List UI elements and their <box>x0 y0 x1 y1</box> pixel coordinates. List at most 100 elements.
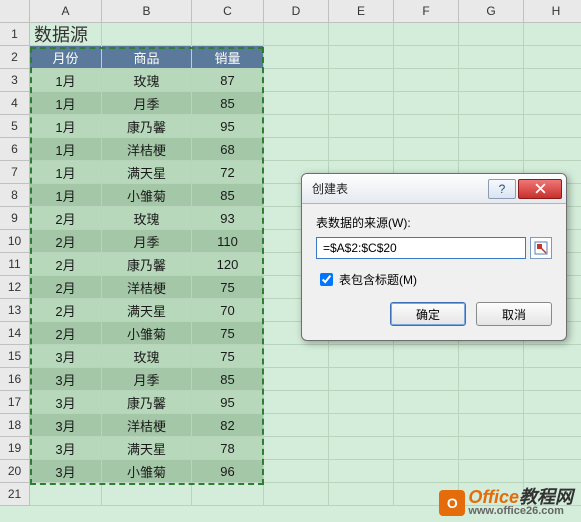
empty-cell[interactable] <box>329 138 394 161</box>
empty-cell[interactable] <box>329 391 394 414</box>
empty-cell[interactable] <box>459 368 524 391</box>
table-cell[interactable]: 1月 <box>30 184 102 207</box>
empty-cell[interactable] <box>329 69 394 92</box>
row-header-9[interactable]: 9 <box>0 207 30 230</box>
table-cell[interactable]: 72 <box>192 161 264 184</box>
empty-cell[interactable] <box>264 483 329 506</box>
table-cell[interactable]: 满天星 <box>102 161 192 184</box>
table-cell[interactable]: 1月 <box>30 69 102 92</box>
row-header-15[interactable]: 15 <box>0 345 30 368</box>
row-header-21[interactable]: 21 <box>0 483 30 506</box>
table-cell[interactable]: 68 <box>192 138 264 161</box>
range-picker-button[interactable] <box>530 237 552 259</box>
empty-cell[interactable] <box>459 115 524 138</box>
empty-cell[interactable] <box>524 115 581 138</box>
table-cell[interactable]: 3月 <box>30 460 102 483</box>
empty-cell[interactable] <box>524 391 581 414</box>
table-cell[interactable]: 小雏菊 <box>102 322 192 345</box>
empty-cell[interactable] <box>459 46 524 69</box>
table-cell[interactable]: 月季 <box>102 230 192 253</box>
row-header-3[interactable]: 3 <box>0 69 30 92</box>
table-cell[interactable]: 小雏菊 <box>102 460 192 483</box>
col-header-H[interactable]: H <box>524 0 581 23</box>
table-cell[interactable]: 2月 <box>30 276 102 299</box>
empty-cell[interactable] <box>524 138 581 161</box>
table-cell[interactable]: 康乃馨 <box>102 253 192 276</box>
empty-cell[interactable] <box>264 92 329 115</box>
table-cell[interactable]: 康乃馨 <box>102 115 192 138</box>
empty-cell[interactable] <box>102 483 192 506</box>
empty-cell[interactable] <box>329 115 394 138</box>
col-header-C[interactable]: C <box>192 0 264 23</box>
empty-cell[interactable] <box>459 138 524 161</box>
table-cell[interactable]: 75 <box>192 322 264 345</box>
empty-cell[interactable] <box>459 460 524 483</box>
table-cell[interactable]: 78 <box>192 437 264 460</box>
table-cell[interactable]: 3月 <box>30 391 102 414</box>
empty-cell[interactable] <box>394 115 459 138</box>
empty-cell[interactable] <box>394 391 459 414</box>
row-header-12[interactable]: 12 <box>0 276 30 299</box>
empty-cell[interactable] <box>394 138 459 161</box>
empty-cell[interactable] <box>329 437 394 460</box>
table-cell[interactable]: 满天星 <box>102 437 192 460</box>
empty-cell[interactable] <box>30 483 102 506</box>
table-cell[interactable]: 小雏菊 <box>102 184 192 207</box>
table-cell[interactable]: 月季 <box>102 368 192 391</box>
table-cell[interactable]: 玫瑰 <box>102 69 192 92</box>
row-header-11[interactable]: 11 <box>0 253 30 276</box>
empty-cell[interactable] <box>264 414 329 437</box>
table-cell[interactable]: 85 <box>192 92 264 115</box>
empty-cell[interactable] <box>192 483 264 506</box>
empty-cell[interactable] <box>329 345 394 368</box>
col-header-E[interactable]: E <box>329 0 394 23</box>
row-header-10[interactable]: 10 <box>0 230 30 253</box>
empty-cell[interactable] <box>394 92 459 115</box>
table-cell[interactable]: 82 <box>192 414 264 437</box>
empty-cell[interactable] <box>524 92 581 115</box>
table-cell[interactable]: 康乃馨 <box>102 391 192 414</box>
help-button[interactable]: ? <box>488 179 516 199</box>
empty-cell[interactable] <box>394 345 459 368</box>
empty-cell[interactable] <box>102 23 192 46</box>
empty-cell[interactable] <box>524 345 581 368</box>
table-cell[interactable]: 玫瑰 <box>102 207 192 230</box>
empty-cell[interactable] <box>264 391 329 414</box>
table-cell[interactable]: 1月 <box>30 138 102 161</box>
empty-cell[interactable] <box>524 368 581 391</box>
row-header-14[interactable]: 14 <box>0 322 30 345</box>
table-cell[interactable]: 满天星 <box>102 299 192 322</box>
row-header-13[interactable]: 13 <box>0 299 30 322</box>
empty-cell[interactable] <box>524 414 581 437</box>
empty-cell[interactable] <box>459 414 524 437</box>
table-cell[interactable]: 120 <box>192 253 264 276</box>
empty-cell[interactable] <box>459 391 524 414</box>
table-cell[interactable]: 2月 <box>30 322 102 345</box>
empty-cell[interactable] <box>329 46 394 69</box>
row-header-2[interactable]: 2 <box>0 46 30 69</box>
empty-cell[interactable] <box>329 92 394 115</box>
empty-cell[interactable] <box>394 46 459 69</box>
empty-cell[interactable] <box>264 23 329 46</box>
table-cell[interactable]: 洋桔梗 <box>102 276 192 299</box>
empty-cell[interactable] <box>459 23 524 46</box>
row-header-19[interactable]: 19 <box>0 437 30 460</box>
empty-cell[interactable] <box>264 345 329 368</box>
empty-cell[interactable] <box>192 23 264 46</box>
empty-cell[interactable] <box>524 437 581 460</box>
row-header-5[interactable]: 5 <box>0 115 30 138</box>
empty-cell[interactable] <box>264 437 329 460</box>
empty-cell[interactable] <box>524 23 581 46</box>
col-header-A[interactable]: A <box>30 0 102 23</box>
table-cell[interactable]: 75 <box>192 276 264 299</box>
table-cell[interactable]: 3月 <box>30 368 102 391</box>
table-cell[interactable]: 3月 <box>30 345 102 368</box>
row-header-4[interactable]: 4 <box>0 92 30 115</box>
table-cell[interactable]: 95 <box>192 391 264 414</box>
empty-cell[interactable] <box>524 460 581 483</box>
col-header-F[interactable]: F <box>394 0 459 23</box>
empty-cell[interactable] <box>394 69 459 92</box>
empty-cell[interactable] <box>264 115 329 138</box>
table-cell[interactable]: 1月 <box>30 115 102 138</box>
table-cell[interactable]: 1月 <box>30 161 102 184</box>
